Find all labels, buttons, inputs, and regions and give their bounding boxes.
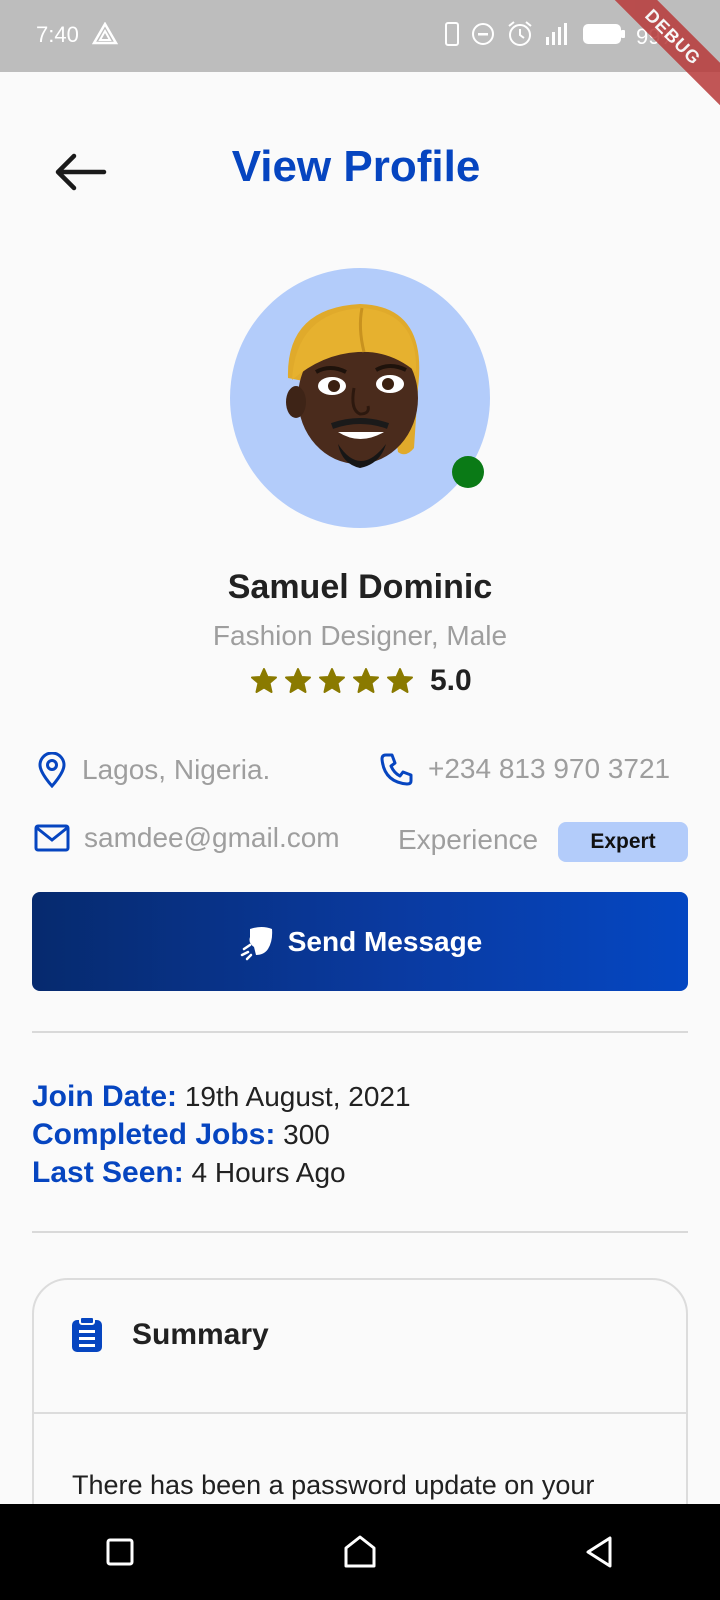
join-date-label: Join Date: — [32, 1080, 178, 1113]
status-time: 7:40 — [36, 22, 79, 47]
last-seen-value: 4 Hours Ago — [191, 1157, 346, 1188]
join-date-line: Join Date: 19th August, 2021 — [32, 1080, 411, 1114]
home-icon[interactable] — [340, 1532, 380, 1572]
email-info[interactable]: samdee@gmail.com — [34, 822, 340, 854]
recents-icon[interactable] — [100, 1532, 140, 1572]
rating-value: 5.0 — [430, 664, 472, 697]
summary-header[interactable]: Summary — [70, 1316, 269, 1354]
star-icon — [285, 668, 311, 693]
alarm-icon — [506, 20, 534, 53]
drive-icon — [91, 21, 119, 51]
phone-outline-icon — [444, 21, 460, 52]
completed-jobs-line: Completed Jobs: 300 — [32, 1118, 330, 1152]
profile-name: Samuel Dominic — [227, 568, 493, 606]
send-message-label: Send Message — [287, 925, 483, 957]
star-icon — [251, 668, 277, 693]
battery-icon — [582, 22, 626, 51]
divider — [32, 1231, 688, 1233]
summary-title: Summary — [132, 1318, 269, 1351]
summary-text: There has been a password update on your — [72, 1470, 595, 1500]
location-pin-icon — [38, 752, 66, 788]
phone-icon — [380, 753, 413, 786]
avatar — [230, 268, 490, 528]
system-nav-bar — [0, 1504, 720, 1600]
send-message-icon — [240, 926, 272, 960]
divider — [32, 1031, 688, 1033]
summary-divider — [34, 1412, 686, 1414]
back-nav-icon[interactable] — [580, 1532, 620, 1572]
experience-badge: Expert — [558, 822, 688, 862]
location-info: Lagos, Nigeria. — [36, 752, 270, 788]
experience-label: Experience — [398, 824, 539, 855]
send-message-button[interactable]: Send Message — [32, 892, 688, 991]
online-status-dot — [452, 456, 484, 488]
debug-banner: DEBUG — [602, 0, 720, 108]
phone-info[interactable]: +234 813 970 3721 — [380, 752, 670, 786]
last-seen-line: Last Seen: 4 Hours Ago — [32, 1156, 346, 1190]
profile-role: Fashion Designer, Male — [212, 620, 508, 651]
page-title: View Profile — [231, 142, 481, 191]
join-date-value: 19th August, 2021 — [184, 1081, 411, 1112]
mail-icon — [34, 824, 70, 852]
phone-text: +234 813 970 3721 — [428, 753, 671, 784]
memoji-avatar-image — [286, 304, 420, 468]
star-icon — [319, 668, 345, 693]
rating-row: 5.0 — [250, 664, 472, 698]
completed-jobs-label: Completed Jobs: — [32, 1118, 276, 1151]
do-not-disturb-icon — [470, 21, 496, 52]
completed-jobs-value: 300 — [283, 1119, 330, 1150]
star-icon — [387, 668, 413, 693]
email-text: samdee@gmail.com — [84, 822, 340, 853]
last-seen-label: Last Seen: — [32, 1156, 184, 1189]
location-text: Lagos, Nigeria. — [82, 754, 271, 785]
status-bar: 7:40 99% DEBUG — [0, 0, 720, 108]
clipboard-icon — [72, 1316, 102, 1352]
star-icon — [353, 668, 379, 693]
signal-icon — [544, 21, 572, 52]
